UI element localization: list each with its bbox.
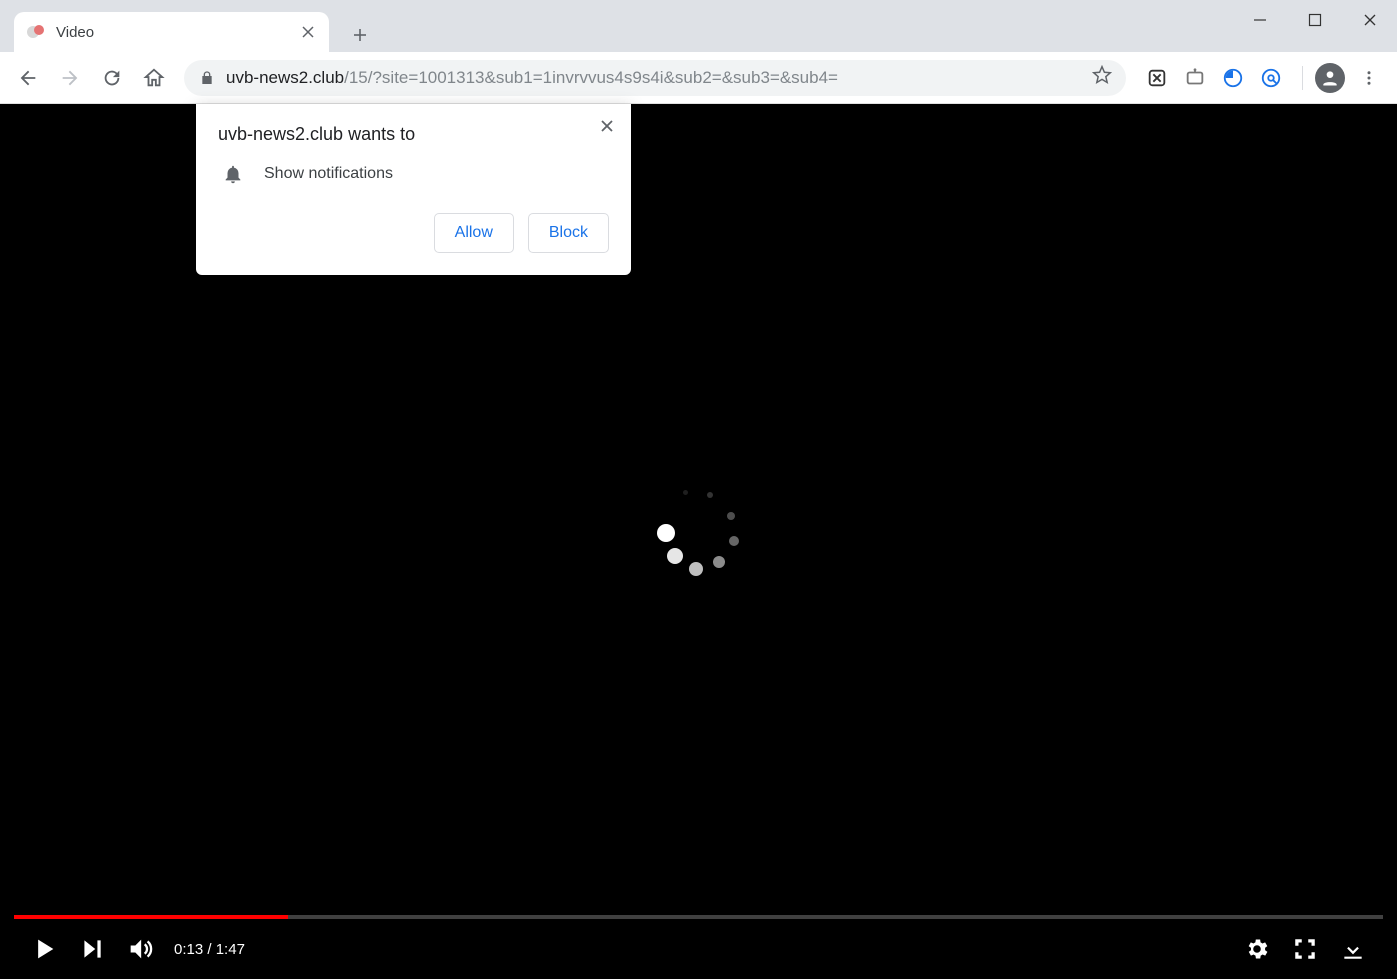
extension-icons: [1138, 65, 1290, 91]
allow-button[interactable]: Allow: [434, 213, 514, 253]
extension-4-icon[interactable]: [1258, 65, 1284, 91]
star-icon: [1092, 65, 1112, 85]
reload-button[interactable]: [94, 60, 130, 96]
close-icon: [302, 26, 314, 38]
video-time: 0:13 / 1:47: [174, 941, 245, 958]
url-path: /15/?site=1001313&sub1=1invrvvus4s9s4i&s…: [344, 68, 838, 87]
lock-icon[interactable]: [198, 69, 216, 87]
tab-favicon-icon: [26, 22, 46, 42]
window-close-button[interactable]: [1342, 0, 1397, 40]
video-time-current: 0:13: [174, 941, 203, 958]
video-time-total: 1:47: [216, 941, 245, 958]
plus-icon: [352, 27, 368, 43]
next-button[interactable]: [68, 925, 116, 973]
gear-icon: [1244, 936, 1270, 962]
minimize-icon: [1253, 13, 1267, 27]
block-button[interactable]: Block: [528, 213, 609, 253]
popup-permission-row: Show notifications: [218, 163, 609, 185]
video-time-sep: /: [203, 941, 216, 958]
forward-button[interactable]: [52, 60, 88, 96]
maximize-icon: [1308, 13, 1322, 27]
play-icon: [30, 935, 58, 963]
tab-close-button[interactable]: [299, 23, 317, 41]
address-bar[interactable]: uvb-news2.club/15/?site=1001313&sub1=1in…: [184, 60, 1126, 96]
fullscreen-button[interactable]: [1281, 925, 1329, 973]
popup-heading: uvb-news2.club wants to: [218, 124, 609, 145]
popup-close-button[interactable]: [597, 116, 617, 136]
loading-spinner-icon: [649, 482, 749, 582]
person-icon: [1320, 68, 1340, 88]
browser-toolbar: uvb-news2.club/15/?site=1001313&sub1=1in…: [0, 52, 1397, 104]
close-icon: [600, 119, 614, 133]
extension-1-icon[interactable]: [1144, 65, 1170, 91]
download-button[interactable]: [1329, 925, 1377, 973]
url-host: uvb-news2.club: [226, 68, 344, 87]
window-maximize-button[interactable]: [1287, 0, 1342, 40]
popup-permission-label: Show notifications: [264, 165, 393, 183]
new-tab-button[interactable]: [343, 18, 377, 52]
next-icon: [79, 936, 105, 962]
kebab-icon: [1360, 69, 1378, 87]
settings-button[interactable]: [1233, 925, 1281, 973]
extension-3-icon[interactable]: [1220, 65, 1246, 91]
url-text: uvb-news2.club/15/?site=1001313&sub1=1in…: [226, 68, 1082, 88]
reload-icon: [101, 67, 123, 89]
arrow-left-icon: [17, 67, 39, 89]
window-minimize-button[interactable]: [1232, 0, 1287, 40]
close-icon: [1363, 13, 1377, 27]
bookmark-button[interactable]: [1092, 65, 1112, 90]
home-icon: [143, 67, 165, 89]
tab-strip: Video: [0, 0, 1397, 52]
home-button[interactable]: [136, 60, 172, 96]
notification-permission-popup: uvb-news2.club wants to Show notificatio…: [196, 104, 631, 275]
volume-icon: [126, 935, 154, 963]
profile-button[interactable]: [1315, 63, 1345, 93]
bell-icon: [222, 163, 244, 185]
volume-button[interactable]: [116, 925, 164, 973]
browser-menu-button[interactable]: [1351, 60, 1387, 96]
back-button[interactable]: [10, 60, 46, 96]
play-button[interactable]: [20, 925, 68, 973]
fullscreen-icon: [1292, 936, 1318, 962]
browser-tab[interactable]: Video: [14, 12, 329, 52]
download-icon: [1340, 936, 1366, 962]
toolbar-divider: [1302, 66, 1303, 90]
video-controls: 0:13 / 1:47: [0, 919, 1397, 979]
extension-2-icon[interactable]: [1182, 65, 1208, 91]
arrow-right-icon: [59, 67, 81, 89]
tab-title: Video: [56, 24, 289, 41]
